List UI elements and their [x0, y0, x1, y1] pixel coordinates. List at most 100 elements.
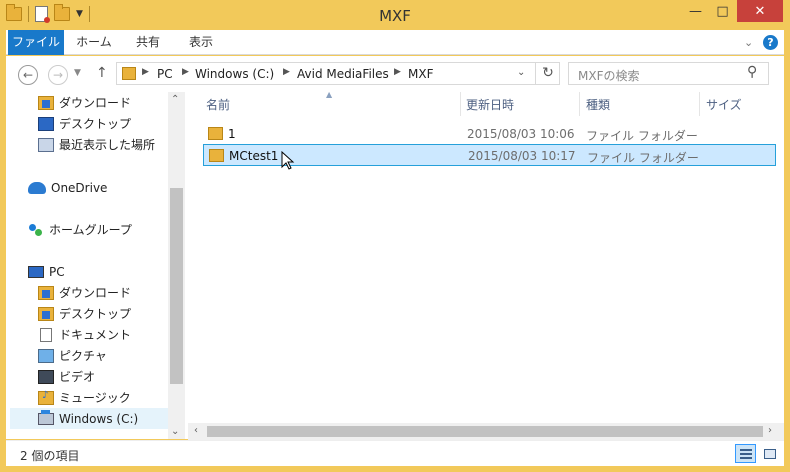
- breadcrumb-avid[interactable]: Avid MediaFiles: [297, 67, 389, 81]
- nav-item-label: ドキュメント: [59, 328, 132, 342]
- large-icons-view-icon: [764, 449, 776, 459]
- column-divider[interactable]: [460, 92, 461, 116]
- column-header-modified[interactable]: 更新日時: [466, 96, 514, 113]
- maximize-button[interactable]: □: [709, 0, 736, 22]
- details-view-icon: [740, 457, 752, 459]
- nav-item-label: ホームグループ: [49, 223, 132, 237]
- scroll-left-icon[interactable]: ‹: [194, 425, 198, 436]
- chevron-down-icon[interactable]: ⌄: [744, 36, 753, 49]
- status-bar: 2 個の項目: [6, 440, 784, 466]
- onedrive-icon: [28, 181, 46, 194]
- file-modified: 2015/08/03 10:06: [467, 127, 575, 141]
- folder-icon: [122, 67, 136, 80]
- address-history-icon[interactable]: ⌄: [517, 67, 525, 78]
- details-view-button[interactable]: [735, 444, 756, 463]
- chevron-right-icon[interactable]: ▶: [142, 67, 149, 77]
- nav-item-music[interactable]: ミュージック: [38, 387, 131, 408]
- nav-item-label: ダウンロード: [59, 286, 132, 300]
- minimize-button[interactable]: —: [682, 0, 709, 22]
- help-icon[interactable]: ?: [763, 35, 778, 50]
- scroll-thumb[interactable]: [207, 426, 763, 437]
- documents-icon: [40, 327, 52, 342]
- nav-item-label: デスクトップ: [59, 307, 132, 321]
- nav-item-label: デスクトップ: [59, 117, 132, 131]
- desktop-folder-icon: [38, 306, 54, 321]
- drive-icon: [38, 409, 54, 425]
- videos-icon: [38, 369, 54, 384]
- large-icons-view-button[interactable]: [759, 444, 780, 463]
- back-button[interactable]: ←: [18, 65, 38, 85]
- tab-share[interactable]: 共有: [128, 30, 168, 55]
- recent-places-icon: [38, 137, 54, 152]
- pictures-icon: [38, 348, 54, 363]
- nav-item-label: Windows (C:): [59, 411, 139, 426]
- column-divider[interactable]: [699, 92, 700, 116]
- details-view-icon: [740, 453, 752, 455]
- up-arrow-icon[interactable]: ↑: [96, 65, 108, 81]
- chevron-right-icon[interactable]: ▶: [394, 67, 401, 77]
- scroll-up-icon[interactable]: ⌃: [171, 94, 179, 105]
- scroll-right-icon[interactable]: ›: [768, 425, 772, 436]
- desktop-icon: [38, 116, 54, 131]
- file-list: ▲ 名前 更新日時 種類 サイズ 1 2015/08/03 10:06 ファイル…: [188, 90, 784, 439]
- nav-item-windows-drive[interactable]: Windows (C:): [10, 408, 168, 429]
- nav-item-desktop[interactable]: デスクトップ: [38, 113, 131, 134]
- refresh-icon[interactable]: ↻: [535, 63, 560, 84]
- details-view-icon: [740, 449, 752, 451]
- column-divider[interactable]: [579, 92, 580, 116]
- navigation-bar: ← → ▼ ↑ ▶ PC ▶ Windows (C:) ▶ Avid Media…: [6, 56, 784, 92]
- horizontal-scrollbar[interactable]: ‹ ›: [188, 423, 784, 440]
- search-placeholder: MXFの検索: [578, 69, 640, 83]
- nav-item-homegroup[interactable]: ホームグループ: [28, 219, 132, 240]
- search-box[interactable]: MXFの検索 ⚲: [568, 62, 769, 85]
- folder-icon: [208, 127, 223, 140]
- music-icon: [38, 390, 54, 405]
- nav-item-label: 最近表示した場所: [59, 138, 156, 152]
- scroll-down-icon[interactable]: ⌄: [171, 426, 179, 437]
- nav-item-label: ピクチャ: [59, 349, 107, 363]
- ribbon-tabs: ファイル ホーム 共有 表示 ⌄ ?: [6, 30, 784, 55]
- pc-icon: [28, 265, 44, 278]
- nav-item-pc-downloads[interactable]: ダウンロード: [38, 282, 131, 303]
- forward-button[interactable]: →: [48, 65, 68, 85]
- nav-item-pictures[interactable]: ピクチャ: [38, 345, 107, 366]
- item-count: 2 個の項目: [20, 449, 80, 463]
- recent-locations-icon[interactable]: ▼: [74, 68, 81, 78]
- mouse-cursor-icon: [281, 151, 295, 170]
- column-header-name[interactable]: 名前: [206, 96, 230, 113]
- scroll-thumb[interactable]: [170, 188, 183, 384]
- breadcrumb-pc[interactable]: PC: [157, 67, 173, 81]
- chevron-right-icon[interactable]: ▶: [182, 67, 189, 77]
- file-type: ファイル フォルダー: [586, 129, 698, 143]
- nav-scrollbar[interactable]: ⌃ ⌄: [168, 92, 185, 439]
- close-button[interactable]: ✕: [737, 0, 783, 22]
- nav-item-pc-desktop[interactable]: デスクトップ: [38, 303, 131, 324]
- explorer-window: ▼ MXF — □ ✕ ファイル ホーム 共有 表示 ⌄ ? ← → ▼ ↑ ▶…: [0, 0, 790, 472]
- file-name: MCtest1: [229, 149, 279, 163]
- tab-file[interactable]: ファイル: [8, 30, 64, 55]
- file-modified: 2015/08/03 10:17: [468, 149, 576, 163]
- nav-item-onedrive[interactable]: OneDrive: [28, 177, 107, 198]
- navigation-pane: ダウンロード デスクトップ 最近表示した場所 OneDrive ホームグループ …: [6, 92, 188, 439]
- search-icon[interactable]: ⚲: [747, 64, 757, 80]
- tab-home[interactable]: ホーム: [70, 30, 118, 55]
- nav-item-downloads[interactable]: ダウンロード: [38, 92, 131, 113]
- file-type: ファイル フォルダー: [587, 151, 699, 165]
- nav-item-recent-places[interactable]: 最近表示した場所: [38, 134, 155, 155]
- column-header-type[interactable]: 種類: [586, 96, 610, 113]
- nav-item-documents[interactable]: ドキュメント: [38, 324, 131, 345]
- nav-item-label: PC: [49, 264, 65, 279]
- nav-item-videos[interactable]: ビデオ: [38, 366, 95, 387]
- nav-item-label: ミュージック: [59, 391, 131, 405]
- breadcrumb-mxf[interactable]: MXF: [408, 67, 433, 81]
- tab-view[interactable]: 表示: [178, 30, 224, 55]
- column-header-size[interactable]: サイズ: [706, 96, 742, 113]
- nav-item-pc[interactable]: PC: [28, 261, 65, 282]
- download-folder-icon: [38, 95, 54, 110]
- window-title: MXF: [379, 7, 411, 25]
- chevron-right-icon[interactable]: ▶: [283, 67, 290, 77]
- address-bar[interactable]: ▶ PC ▶ Windows (C:) ▶ Avid MediaFiles ▶ …: [116, 62, 560, 85]
- table-row[interactable]: 1 2015/08/03 10:06 ファイル フォルダー: [203, 123, 776, 145]
- breadcrumb-drive[interactable]: Windows (C:): [195, 67, 274, 81]
- folder-icon: [209, 149, 224, 162]
